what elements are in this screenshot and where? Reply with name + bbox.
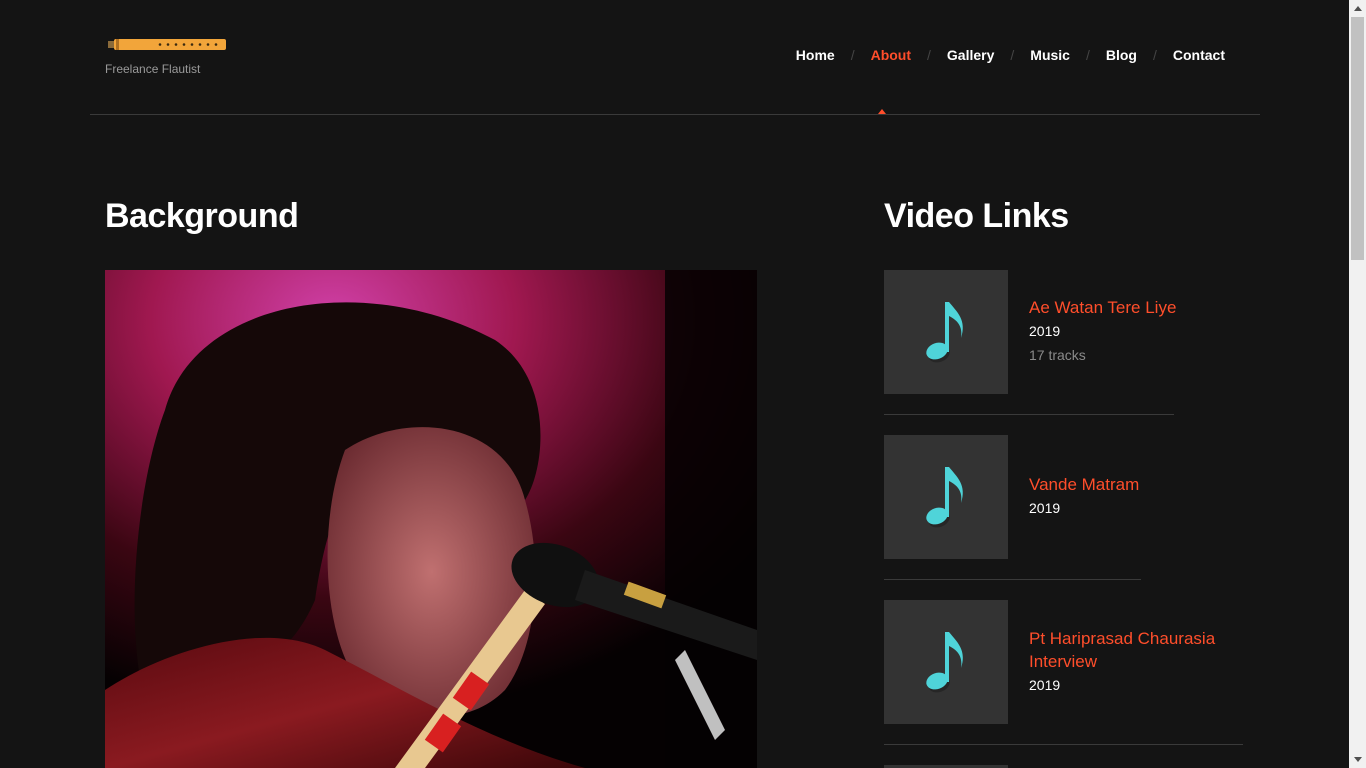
nav-separator: /	[1010, 47, 1015, 63]
nav-about[interactable]: About	[871, 47, 911, 63]
nav-separator: /	[850, 47, 855, 63]
item-divider	[884, 579, 1141, 580]
video-item[interactable]: Vande Matram 2019	[884, 435, 1244, 580]
video-thumbnail[interactable]	[884, 270, 1008, 394]
item-divider	[884, 414, 1174, 415]
scrollbar-thumb[interactable]	[1351, 17, 1364, 260]
video-thumbnail[interactable]	[884, 600, 1008, 724]
video-item[interactable]: Pt Hariprasad Chaurasia Interview 2019	[884, 600, 1244, 768]
music-note-icon	[926, 467, 963, 528]
video-item[interactable]: Ae Watan Tere Liye 2019 17 tracks	[884, 270, 1244, 415]
nav-separator: /	[927, 47, 931, 63]
nav-blog[interactable]: Blog	[1106, 47, 1137, 63]
music-note-icon	[926, 302, 963, 363]
nav-contact[interactable]: Contact	[1173, 47, 1225, 63]
nav-home[interactable]: Home	[796, 47, 835, 63]
video-year: 2019	[1029, 677, 1061, 693]
nav-music[interactable]: Music	[1030, 47, 1070, 63]
site-tagline: Freelance Flautist	[105, 62, 201, 76]
video-links-heading: Video Links	[884, 197, 1069, 235]
nav-separator: /	[1085, 47, 1090, 63]
video-track-count: 17 tracks	[1029, 347, 1086, 363]
active-nav-marker	[878, 109, 886, 114]
nav-separator: /	[1152, 47, 1157, 63]
background-heading: Background	[105, 197, 299, 235]
page-scrollbar[interactable]	[1349, 0, 1366, 768]
video-title[interactable]: Vande Matram	[1029, 473, 1239, 496]
video-title[interactable]: Ae Watan Tere Liye	[1029, 296, 1239, 319]
video-title[interactable]: Pt Hariprasad Chaurasia Interview	[1029, 627, 1239, 673]
flute-logo-icon[interactable]	[108, 36, 228, 54]
music-note-icon	[926, 632, 963, 693]
video-year: 2019	[1029, 323, 1061, 339]
nav-gallery[interactable]: Gallery	[947, 47, 994, 63]
item-divider	[884, 744, 1243, 745]
video-year: 2019	[1029, 500, 1061, 516]
site-header: Freelance Flautist Home / About / Galler…	[90, 0, 1260, 115]
video-thumbnail[interactable]	[884, 435, 1008, 559]
flautist-photo	[105, 270, 757, 768]
scroll-down-icon[interactable]	[1349, 751, 1366, 768]
scroll-up-icon[interactable]	[1349, 0, 1366, 17]
main-nav: Home / About / Gallery / Music / Blog / …	[796, 47, 1225, 63]
